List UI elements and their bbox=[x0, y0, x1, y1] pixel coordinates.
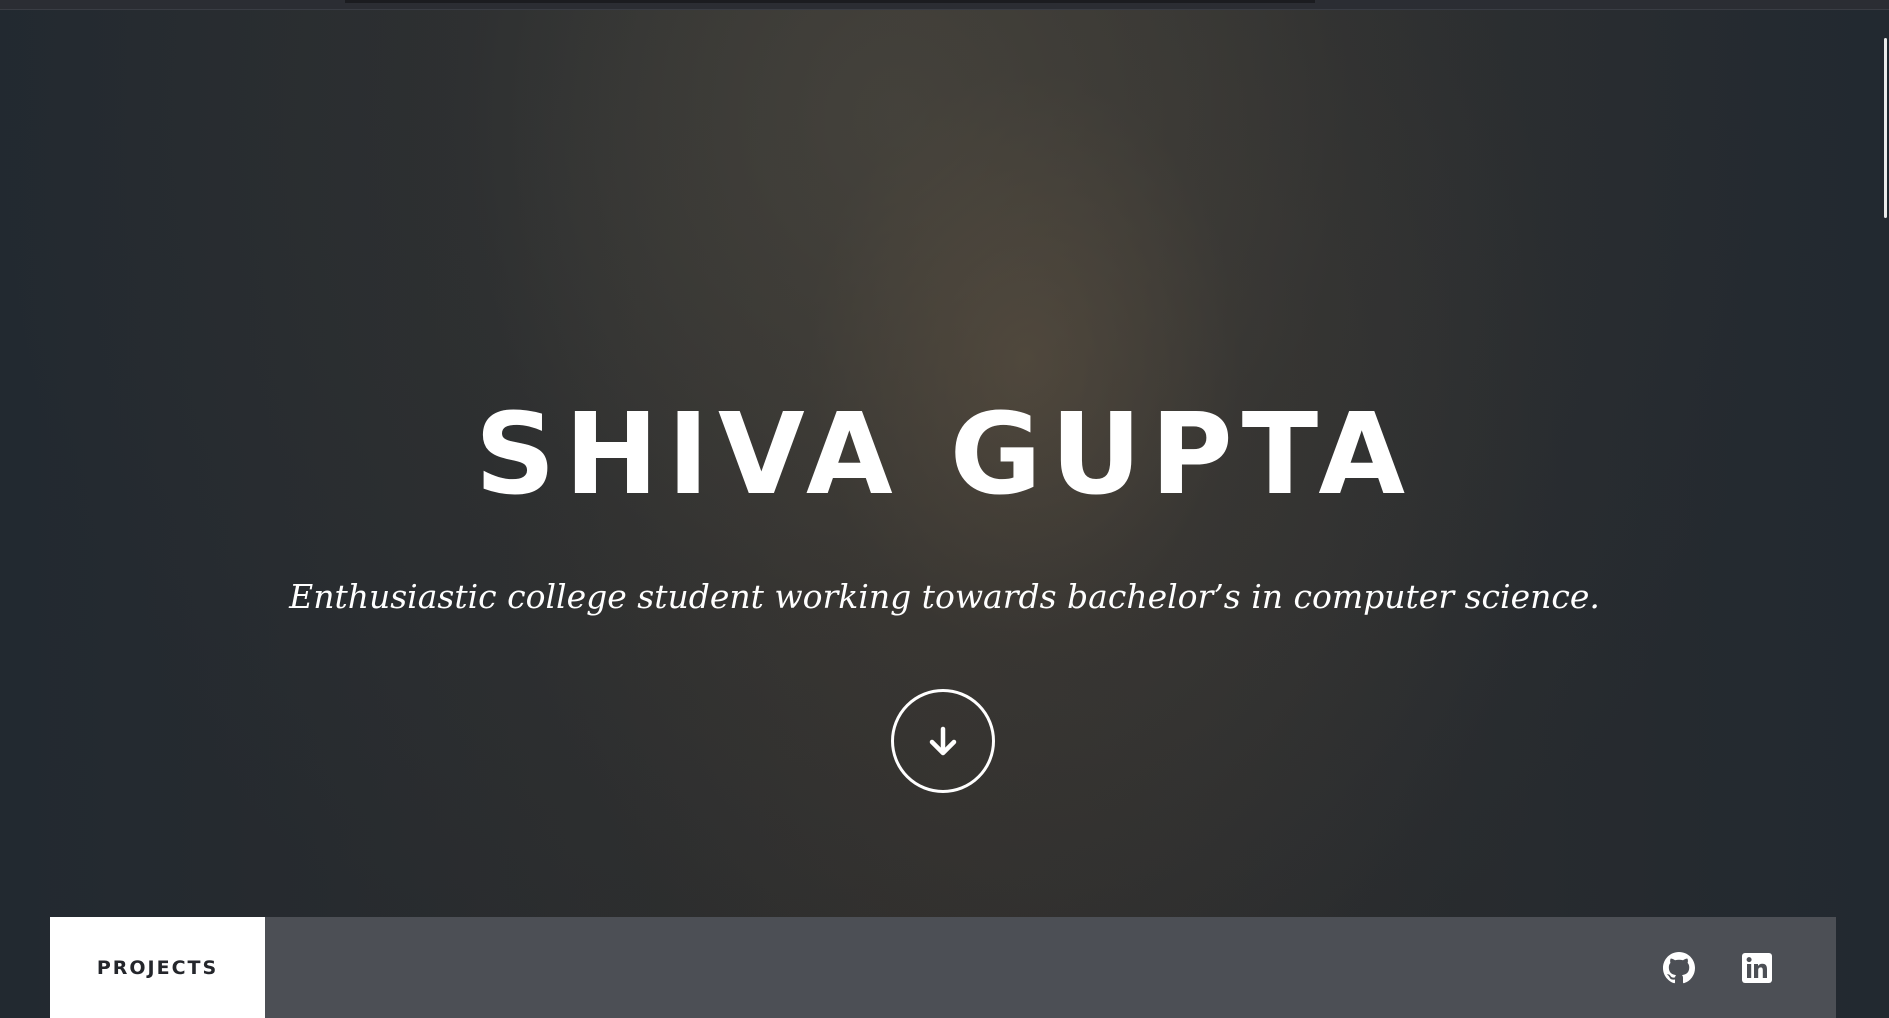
hero-tagline: Enthusiastic college student working tow… bbox=[289, 577, 1600, 616]
github-icon bbox=[1663, 951, 1695, 983]
scrollbar-thumb[interactable] bbox=[1884, 38, 1887, 218]
scroll-down-button[interactable] bbox=[891, 689, 995, 793]
nav-tab-projects[interactable]: PROJECTS bbox=[50, 917, 265, 1018]
page: SHIVA GUPTA Enthusiastic college student… bbox=[0, 0, 1889, 1018]
linkedin-link[interactable] bbox=[1740, 951, 1774, 985]
browser-top-strip bbox=[0, 0, 1889, 10]
arrow-down-icon bbox=[929, 726, 957, 756]
linkedin-icon bbox=[1742, 952, 1772, 983]
nav-bar: PROJECTS bbox=[50, 917, 1836, 1018]
browser-tab-edge bbox=[345, 0, 1315, 3]
github-link[interactable] bbox=[1662, 951, 1696, 985]
social-links bbox=[1662, 917, 1774, 1018]
hero-title: SHIVA GUPTA bbox=[474, 390, 1415, 520]
